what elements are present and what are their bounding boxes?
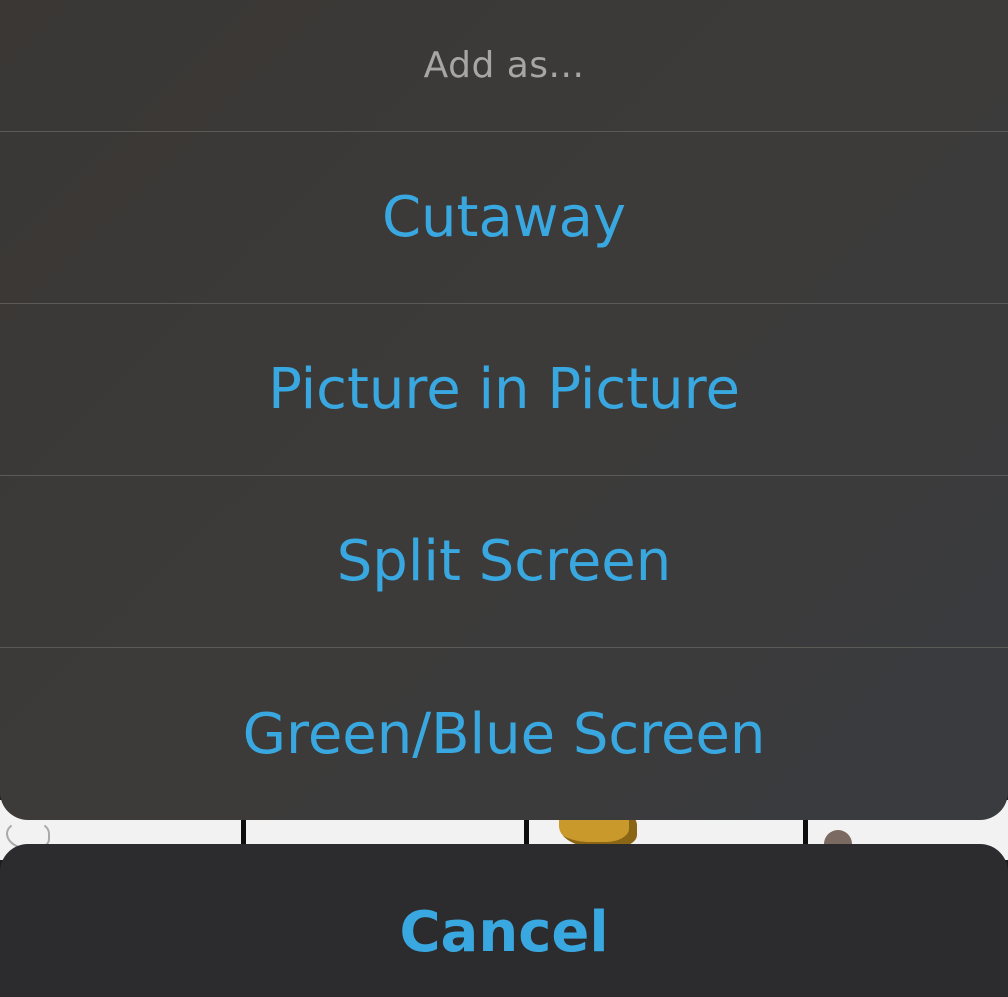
picture-in-picture-label: Picture in Picture bbox=[268, 357, 740, 422]
green-blue-screen-label: Green/Blue Screen bbox=[242, 701, 766, 767]
action-sheet-overlay: Add as... Cutaway Picture in Picture Spl… bbox=[0, 0, 1008, 997]
sheet-title: Add as... bbox=[423, 45, 585, 86]
cutaway-label: Cutaway bbox=[381, 185, 627, 250]
cutaway-button[interactable]: Cutaway bbox=[0, 132, 1008, 304]
split-screen-label: Split Screen bbox=[336, 529, 672, 594]
add-as-action-sheet: Add as... Cutaway Picture in Picture Spl… bbox=[0, 0, 1008, 820]
green-blue-screen-button[interactable]: Green/Blue Screen bbox=[0, 648, 1008, 820]
cancel-label: Cancel bbox=[399, 900, 609, 965]
sheet-header: Add as... bbox=[0, 0, 1008, 132]
split-screen-button[interactable]: Split Screen bbox=[0, 476, 1008, 648]
cancel-button[interactable]: Cancel bbox=[0, 844, 1008, 997]
picture-in-picture-button[interactable]: Picture in Picture bbox=[0, 304, 1008, 476]
